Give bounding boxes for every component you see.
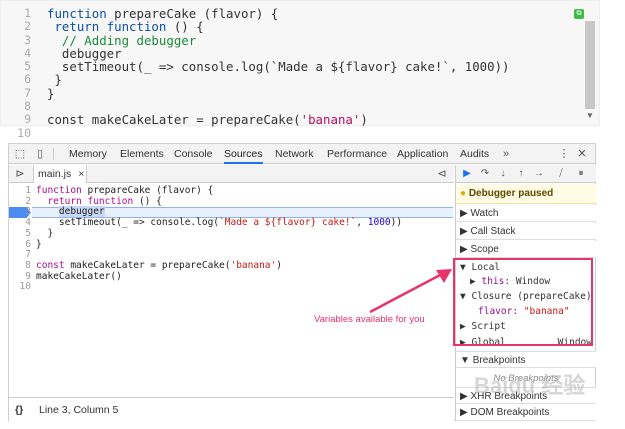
watermark: Baidu 经验 bbox=[474, 373, 586, 398]
callout-arrow bbox=[369, 269, 452, 314]
callout-text: Variables available for you bbox=[314, 314, 425, 325]
